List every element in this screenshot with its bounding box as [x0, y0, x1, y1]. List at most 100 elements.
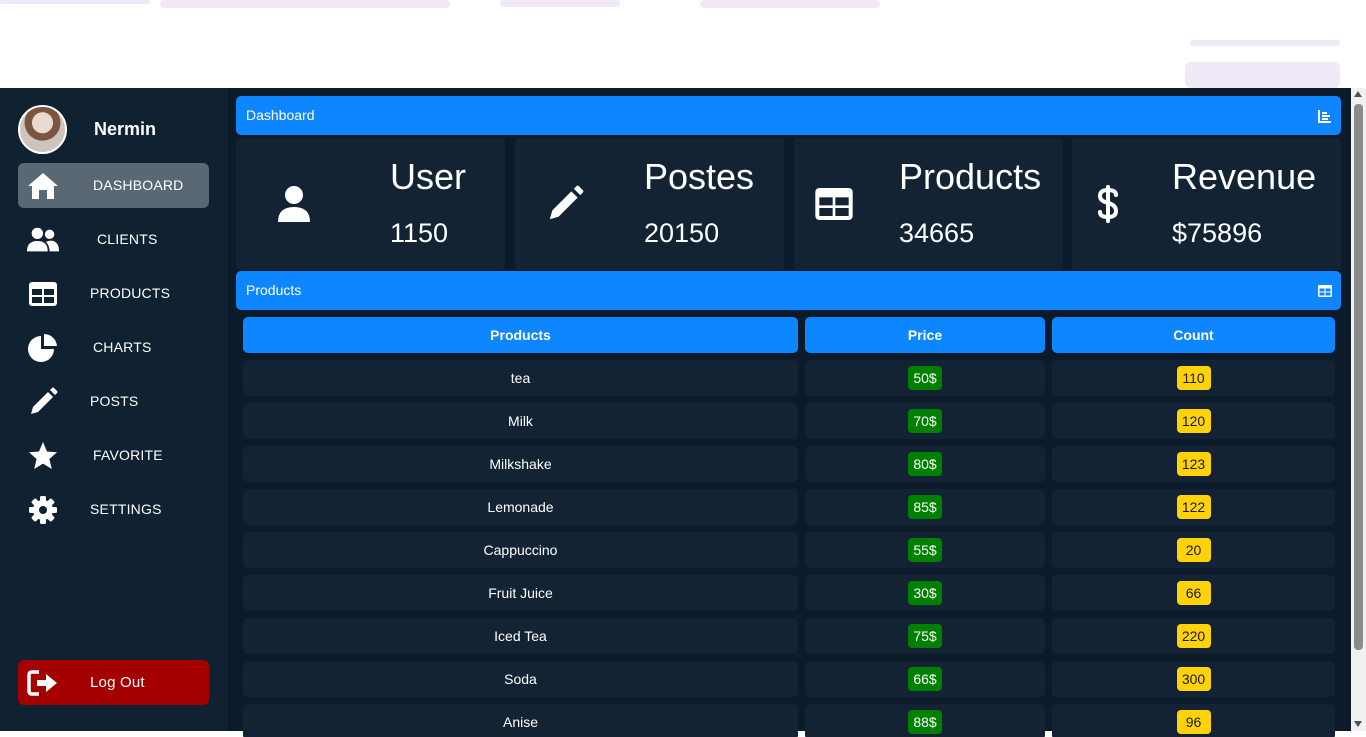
price-badge: 85$ — [908, 495, 942, 519]
avatar[interactable] — [18, 105, 67, 154]
count-badge: 220 — [1176, 624, 1211, 648]
table-header-row: Products Price Count — [243, 317, 1335, 353]
star-icon — [26, 439, 60, 473]
product-name-cell: Anise — [243, 704, 798, 737]
price-cell: 75$ — [805, 618, 1045, 654]
stat-card-title: Postes — [644, 156, 755, 197]
price-cell: 70$ — [805, 403, 1045, 439]
products-title: Products — [246, 282, 302, 298]
price-cell: 85$ — [805, 489, 1045, 525]
price-cell: 88$ — [805, 704, 1045, 737]
username: Nermin — [94, 119, 157, 139]
stat-card-title: User — [390, 156, 467, 197]
scrollbar-thumb[interactable] — [1354, 104, 1363, 650]
stat-card-products: Products 34665 — [794, 138, 1063, 270]
count-cell: 20 — [1052, 532, 1335, 568]
count-badge: 110 — [1176, 366, 1211, 390]
sidebar-item-dashboard[interactable]: DASHBOARD — [18, 163, 209, 208]
price-badge: 30$ — [908, 581, 942, 605]
column-header-count[interactable]: Count — [1052, 317, 1335, 353]
count-cell: 300 — [1052, 661, 1335, 697]
sidebar-item-label: CHARTS — [93, 339, 152, 355]
dashboard-header: Dashboard — [236, 96, 1341, 135]
count-badge: 123 — [1176, 452, 1211, 476]
product-name-cell: Soda — [243, 661, 798, 697]
top-banner — [0, 0, 1366, 88]
stat-card-value: $75896 — [1172, 218, 1263, 248]
count-cell: 122 — [1052, 489, 1335, 525]
stat-card-value: 1150 — [390, 218, 449, 248]
price-badge: 88$ — [908, 710, 942, 734]
user-profile: Nermin — [18, 105, 218, 155]
price-cell: 30$ — [805, 575, 1045, 611]
sidebar: Nermin DASHBOARD CLIENTS PRODUCTS CHARTS… — [0, 88, 228, 731]
stat-card-value: 34665 — [899, 218, 975, 248]
product-name-cell: Iced Tea — [243, 618, 798, 654]
app-shell: Nermin DASHBOARD CLIENTS PRODUCTS CHARTS… — [0, 88, 1351, 737]
sidebar-item-label: FAVORITE — [93, 447, 163, 463]
stat-card-title: Products — [899, 156, 1042, 197]
dollar-icon — [1088, 184, 1128, 224]
table-row: Lemonade 85$ 122 — [243, 489, 1335, 525]
sign-out-icon — [26, 666, 60, 700]
stat-card-user: User 1150 — [236, 138, 505, 270]
count-cell: 66 — [1052, 575, 1335, 611]
pencil-icon — [545, 184, 585, 224]
column-header-price[interactable]: Price — [805, 317, 1045, 353]
logout-label: Log Out — [90, 674, 145, 691]
dashboard-title: Dashboard — [246, 107, 315, 123]
table-row: Soda 66$ 300 — [243, 661, 1335, 697]
stat-card-posts: Postes 20150 — [515, 138, 784, 270]
sidebar-item-products[interactable]: PRODUCTS — [18, 271, 209, 316]
table-row: Milk 70$ 120 — [243, 403, 1335, 439]
logout-button[interactable]: Log Out — [18, 660, 209, 705]
sidebar-item-label: DASHBOARD — [93, 177, 184, 193]
count-badge: 300 — [1176, 667, 1211, 691]
count-badge: 66 — [1176, 581, 1211, 605]
page-scrollbar[interactable] — [1351, 88, 1366, 731]
stat-card-revenue: Revenue $75896 — [1072, 138, 1341, 270]
sidebar-item-clients[interactable]: CLIENTS — [18, 217, 209, 262]
price-badge: 66$ — [908, 667, 942, 691]
price-badge: 80$ — [908, 452, 942, 476]
table-icon[interactable] — [1318, 284, 1332, 298]
bar-chart-icon[interactable] — [1318, 109, 1332, 123]
table-row: Fruit Juice 30$ 66 — [243, 575, 1335, 611]
scroll-down-arrow[interactable] — [1354, 721, 1362, 727]
pie-chart-icon — [26, 331, 60, 365]
users-icon — [26, 223, 60, 257]
pencil-icon — [26, 385, 60, 419]
sidebar-item-label: SETTINGS — [90, 501, 162, 517]
user-icon — [274, 184, 314, 224]
price-badge: 70$ — [908, 409, 942, 433]
count-badge: 122 — [1176, 495, 1211, 519]
product-name-cell: Lemonade — [243, 489, 798, 525]
count-cell: 220 — [1052, 618, 1335, 654]
table-icon — [814, 184, 854, 224]
gear-icon — [26, 493, 60, 527]
sidebar-item-label: CLIENTS — [97, 231, 158, 247]
price-cell: 55$ — [805, 532, 1045, 568]
table-row: Iced Tea 75$ 220 — [243, 618, 1335, 654]
count-badge: 96 — [1176, 710, 1211, 734]
stat-card-value: 20150 — [644, 218, 720, 248]
sidebar-item-favorite[interactable]: FAVORITE — [18, 433, 209, 478]
scroll-up-arrow[interactable] — [1354, 91, 1362, 97]
product-name-cell: Milkshake — [243, 446, 798, 482]
product-name-cell: Cappuccino — [243, 532, 798, 568]
home-icon — [26, 169, 60, 203]
count-badge: 120 — [1176, 409, 1211, 433]
price-badge: 75$ — [908, 624, 942, 648]
count-badge: 20 — [1176, 538, 1211, 562]
price-badge: 55$ — [908, 538, 942, 562]
sidebar-item-posts[interactable]: POSTS — [18, 379, 209, 424]
column-header-products[interactable]: Products — [243, 317, 798, 353]
product-name-cell: Milk — [243, 403, 798, 439]
table-icon — [26, 277, 60, 311]
product-name-cell: tea — [243, 360, 798, 396]
count-cell: 110 — [1052, 360, 1335, 396]
sidebar-item-settings[interactable]: SETTINGS — [18, 487, 209, 532]
sidebar-item-charts[interactable]: CHARTS — [18, 325, 209, 370]
table-row: Cappuccino 55$ 20 — [243, 532, 1335, 568]
price-badge: 50$ — [908, 366, 942, 390]
